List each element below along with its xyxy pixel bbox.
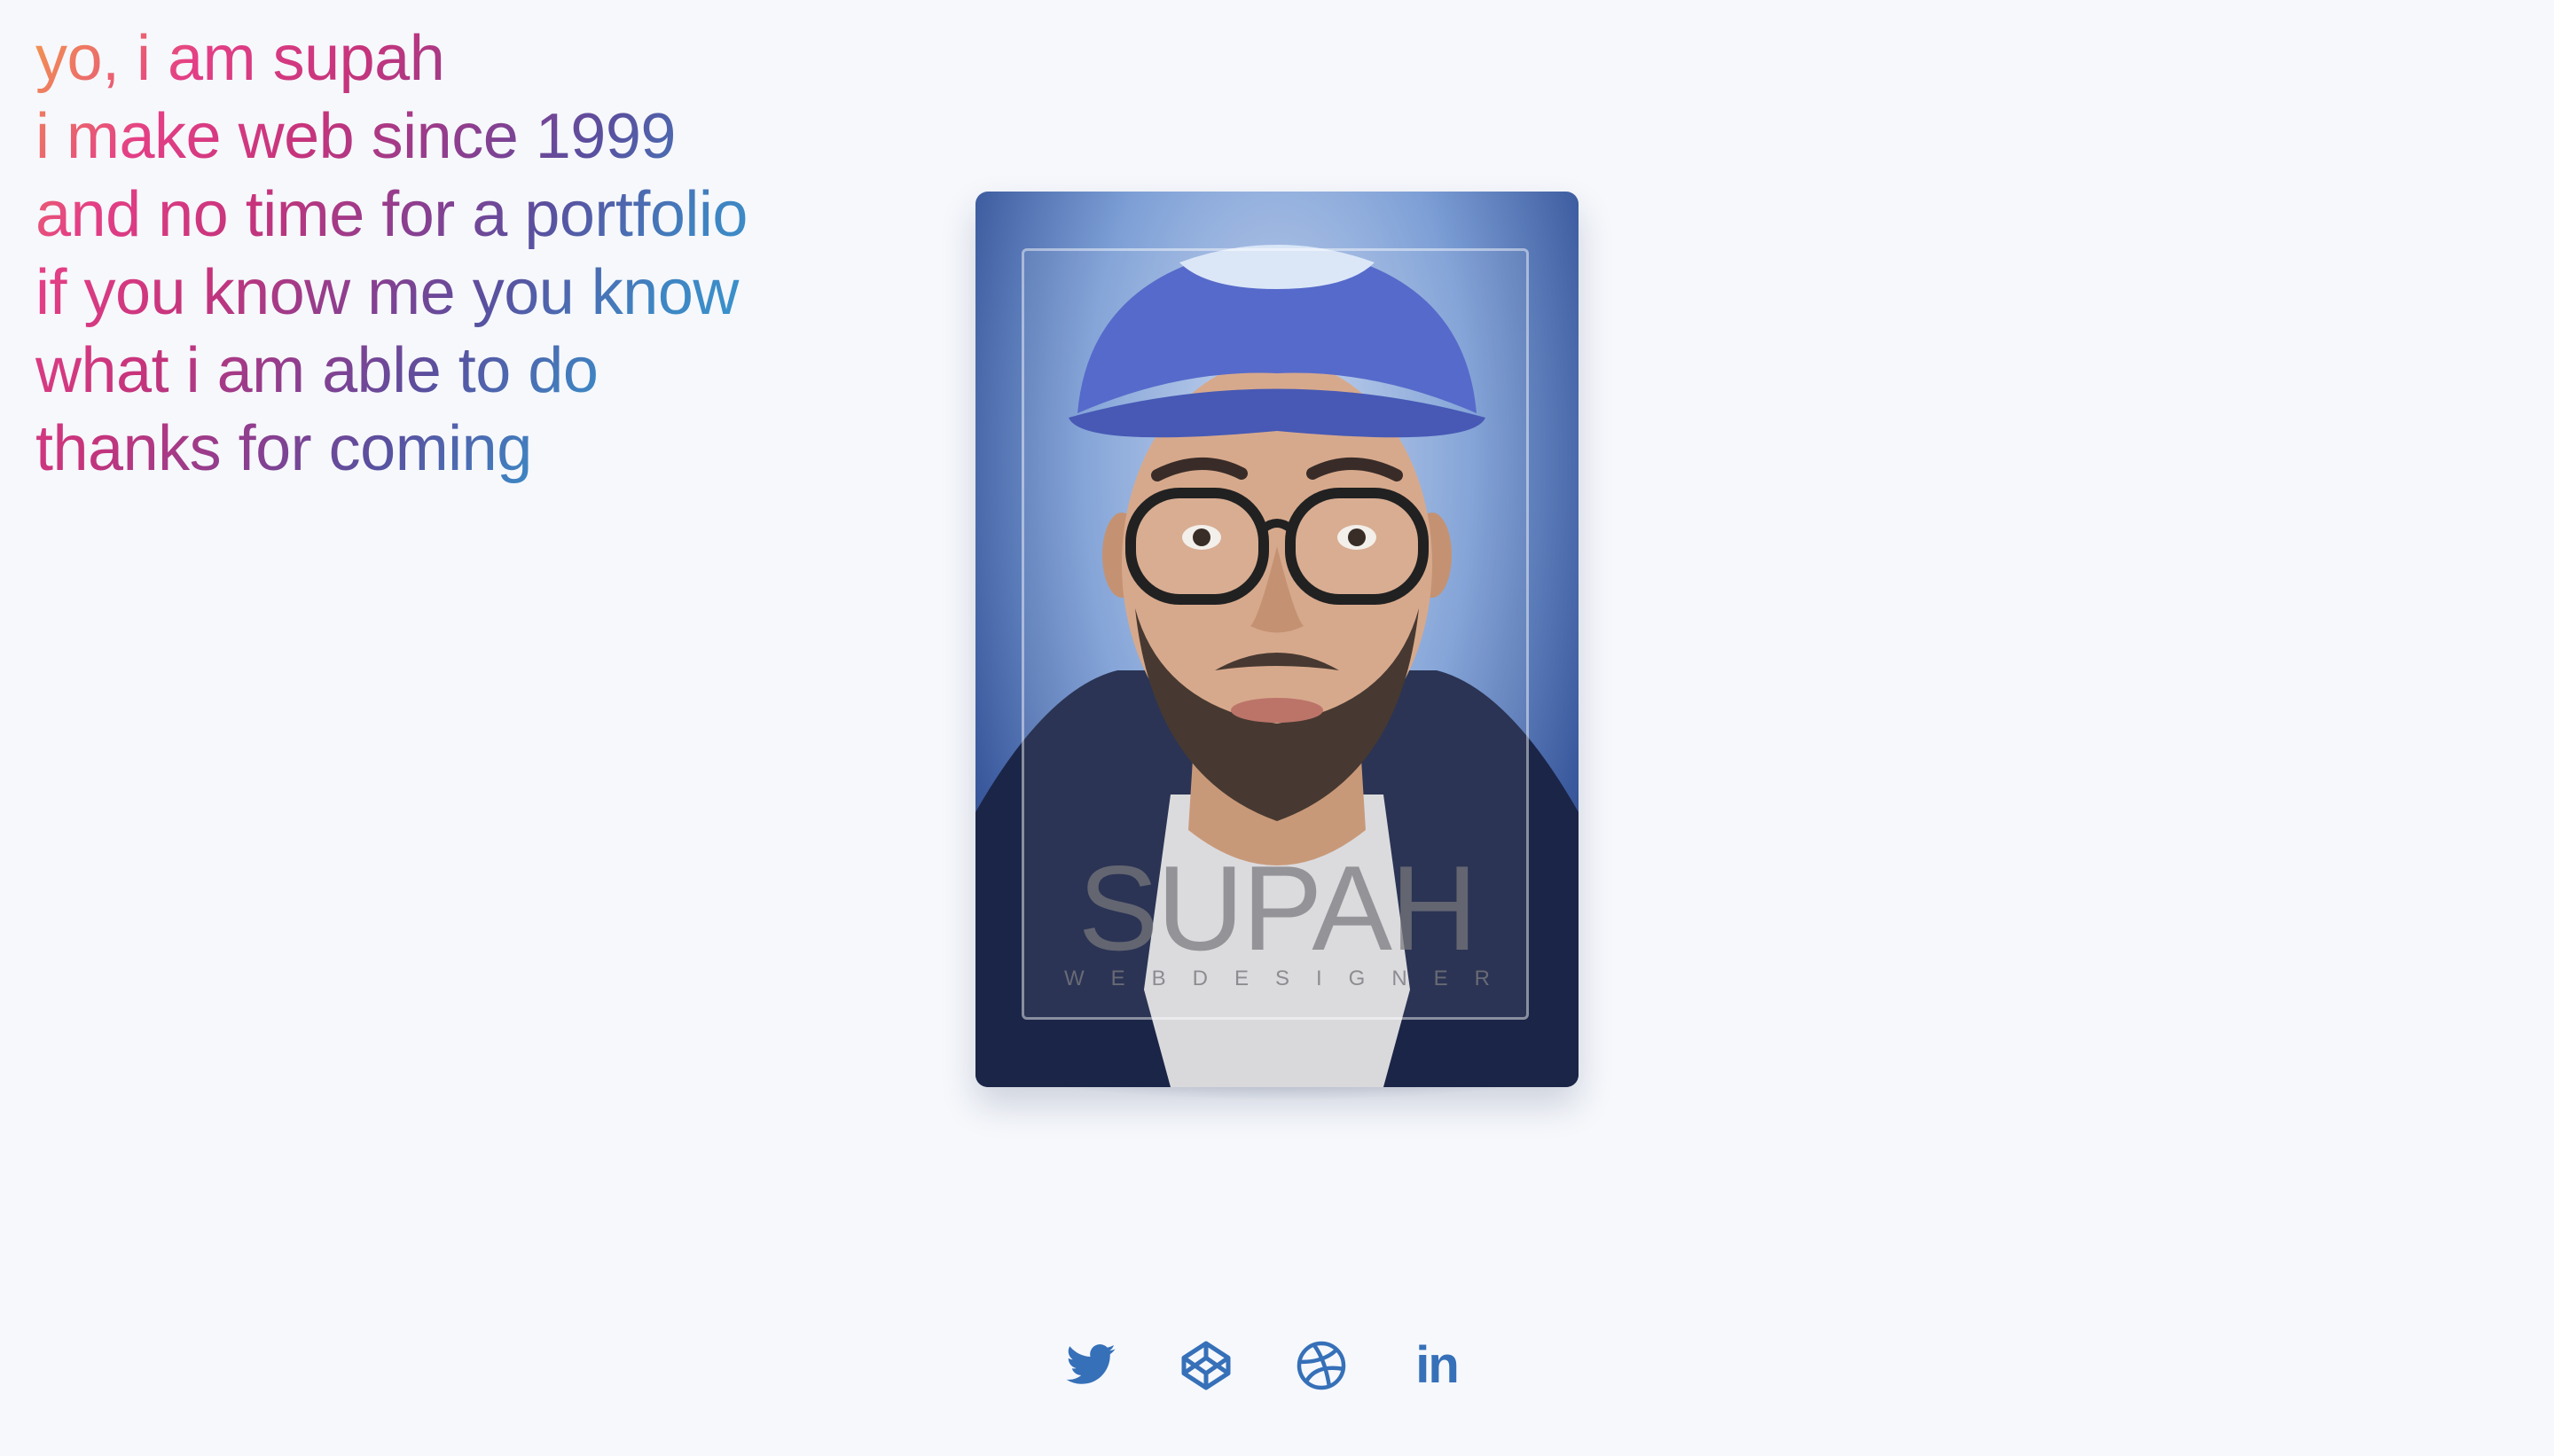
profile-card: SUPAH WEBDESIGNER [975, 192, 1579, 1087]
page: yo, i am supah i make web since 1999 and… [0, 0, 2554, 1456]
card-name: SUPAH [1077, 841, 1477, 975]
social-links: in [1064, 1339, 1463, 1392]
intro-line: if you know me you know [35, 257, 739, 328]
intro-line: thanks for coming [35, 413, 532, 484]
codepen-link[interactable] [1179, 1339, 1233, 1392]
linkedin-icon: in [1415, 1336, 1460, 1394]
dribbble-link[interactable] [1295, 1339, 1348, 1392]
intro-text: yo, i am supah i make web since 1999 and… [35, 20, 748, 488]
intro-line: and no time for a portfolio [35, 179, 748, 250]
linkedin-link[interactable]: in [1410, 1339, 1463, 1392]
intro-line: i make web since 1999 [35, 101, 676, 172]
card-role: WEBDESIGNER [1063, 967, 1517, 990]
intro-line: what i am able to do [35, 335, 599, 406]
codepen-icon [1181, 1341, 1231, 1390]
dribbble-icon [1297, 1341, 1346, 1390]
intro-line: yo, i am supah [35, 23, 445, 94]
twitter-link[interactable] [1064, 1339, 1117, 1392]
twitter-icon [1066, 1344, 1116, 1384]
